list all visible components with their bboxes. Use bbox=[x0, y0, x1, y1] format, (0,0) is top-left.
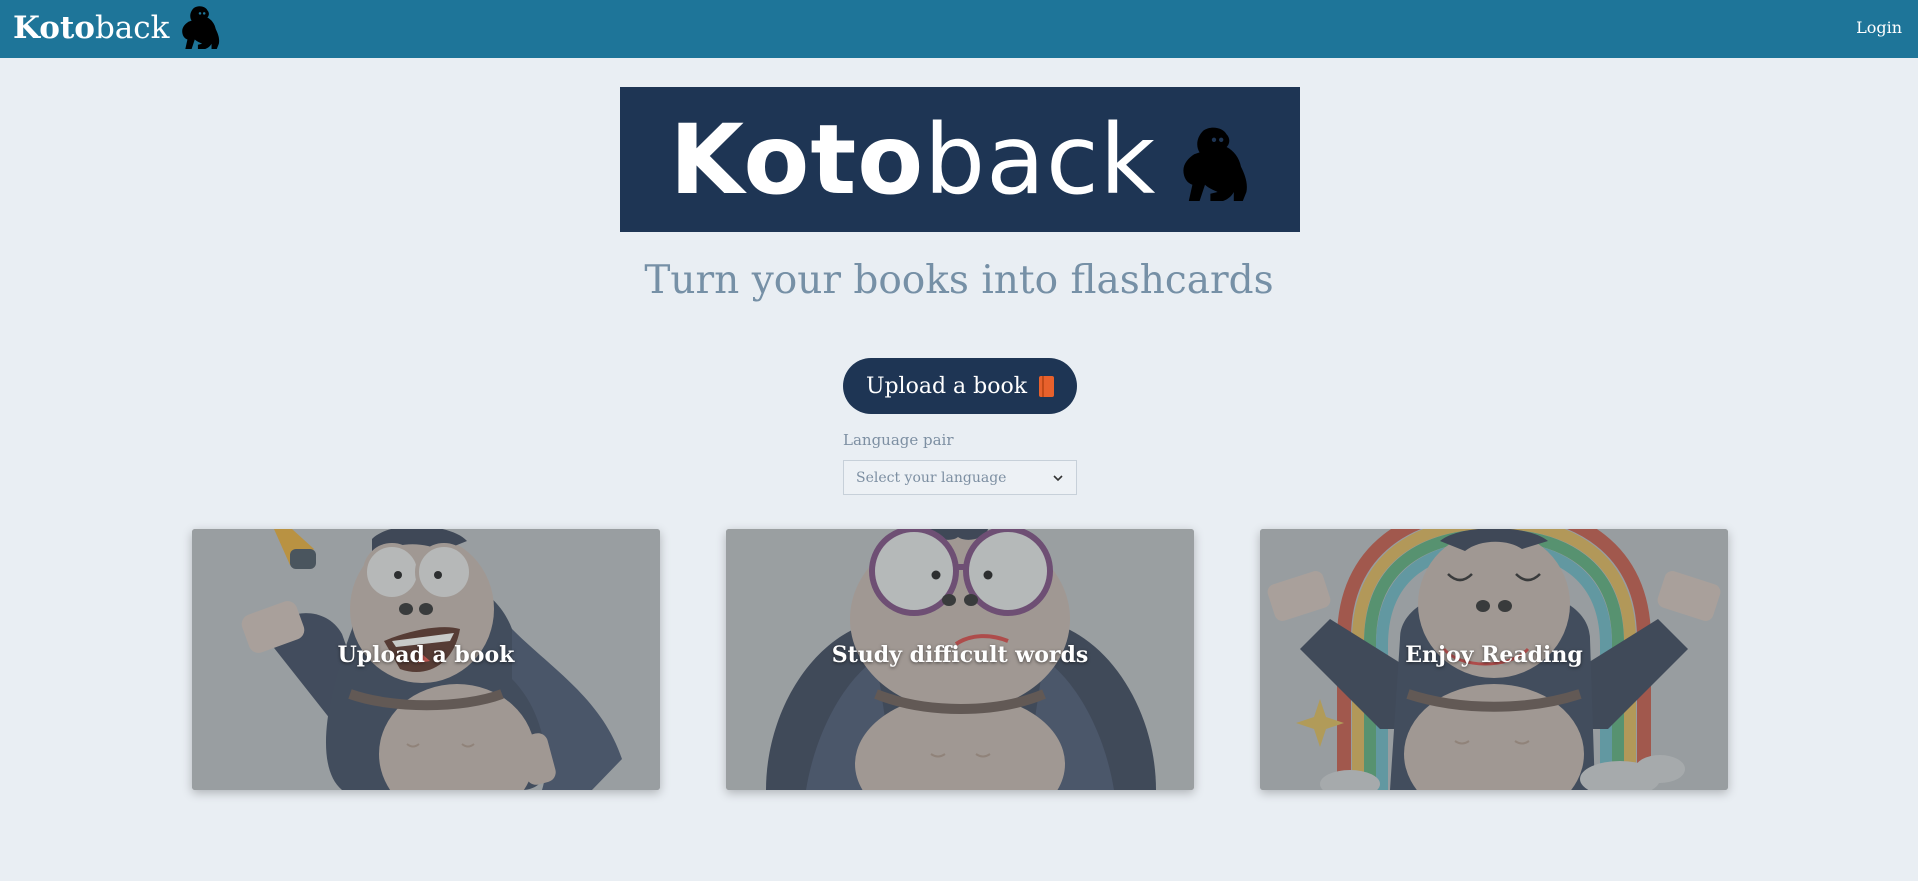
hero-logo-wordmark: Kotoback bbox=[670, 112, 1157, 208]
hero-logo-bold: Koto bbox=[669, 103, 925, 216]
feature-card-study[interactable]: Study difficult words bbox=[726, 529, 1194, 790]
language-select-placeholder: Select your language bbox=[856, 469, 1007, 486]
feature-card-reading[interactable]: Enjoy Reading bbox=[1260, 529, 1728, 790]
feature-card-title: Upload a book bbox=[337, 642, 515, 668]
feature-card-upload[interactable]: Upload a book bbox=[192, 529, 660, 790]
chevron-down-icon bbox=[1053, 474, 1063, 481]
brand-text-bold: Koto bbox=[13, 10, 95, 46]
language-pair-label: Language pair bbox=[843, 431, 954, 449]
gorilla-icon bbox=[182, 6, 220, 49]
login-link[interactable]: Login bbox=[1856, 18, 1902, 37]
book-icon bbox=[1039, 375, 1055, 397]
brand-text-light: back bbox=[94, 10, 170, 46]
upload-book-label: Upload a book bbox=[865, 373, 1028, 399]
gorilla-icon bbox=[1183, 127, 1248, 201]
hero-logo-banner: Kotoback bbox=[620, 87, 1300, 232]
top-navbar: Koto back Login bbox=[0, 0, 1918, 58]
tagline: Turn your books into flashcards bbox=[644, 258, 1274, 303]
feature-card-title: Study difficult words bbox=[831, 642, 1089, 668]
hero-logo-light: back bbox=[924, 103, 1157, 216]
language-select[interactable]: Select your language bbox=[843, 460, 1077, 495]
brand-link[interactable]: Koto back bbox=[13, 4, 221, 52]
upload-book-button[interactable]: Upload a book bbox=[843, 358, 1077, 414]
feature-card-title: Enjoy Reading bbox=[1405, 642, 1583, 668]
